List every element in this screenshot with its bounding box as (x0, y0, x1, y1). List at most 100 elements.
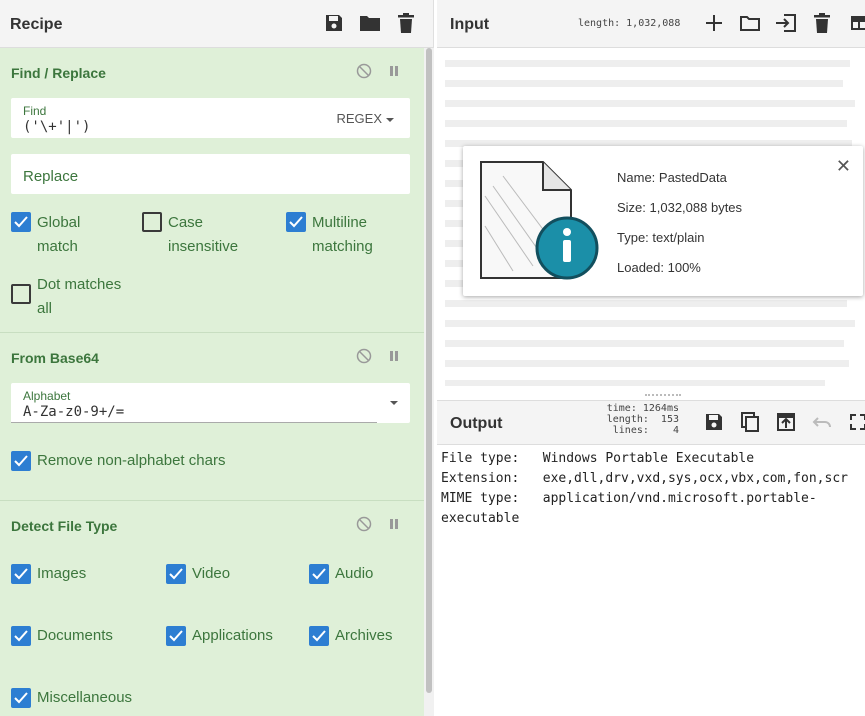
dot-matches-label-2: all (37, 300, 53, 317)
documents-checkbox[interactable]: Documents (11, 624, 113, 648)
video-label: Video (192, 565, 231, 582)
scrollbar-thumb[interactable] (426, 48, 432, 693)
output-pane: Output time: 1264ms length: 153 lines: 4 (437, 400, 865, 716)
checkbox-checked-icon (11, 451, 31, 471)
replace-input[interactable]: Replace (23, 168, 78, 185)
global-match-label-1: Global (37, 214, 81, 231)
output-lines: lines: 4 (612, 425, 679, 436)
miscellaneous-label: Miscellaneous (37, 689, 133, 706)
folder-icon[interactable] (739, 12, 761, 34)
find-field[interactable]: Find ('\+'|') REGEX (11, 98, 410, 138)
file-size: Size: 1,032,088 bytes (617, 200, 743, 215)
close-icon[interactable]: ✕ (836, 156, 851, 177)
disable-icon[interactable] (356, 63, 372, 79)
output-title: Output (450, 415, 503, 432)
file-name: Name: PastedData (617, 170, 727, 185)
recipe-scrollbar[interactable] (424, 48, 434, 716)
checkbox-unchecked-icon (11, 284, 31, 304)
maximise-icon[interactable] (847, 411, 865, 433)
input-length: length: 1,032,088 (578, 18, 681, 29)
archives-checkbox[interactable]: Archives (309, 624, 393, 648)
remove-non-alphabet-label: Remove non-alphabet chars (37, 452, 226, 469)
alphabet-field[interactable]: Alphabet A-Za-z0-9+/= (11, 383, 410, 423)
cyberchef-app: Recipe Find / Replace Find ('\+'|') REGE… (0, 0, 865, 716)
checkbox-checked-icon (11, 212, 31, 232)
output-text[interactable]: File type: Windows Portable Executable E… (441, 449, 861, 529)
save-icon[interactable] (703, 411, 725, 433)
plus-icon[interactable] (703, 12, 725, 34)
pane-resize-handle[interactable] (645, 394, 681, 397)
multiline-label-1: Multiline (312, 214, 368, 231)
pause-icon[interactable] (386, 348, 402, 364)
op-title-detect-file-type: Detect File Type (11, 518, 118, 534)
video-checkbox[interactable]: Video (166, 562, 230, 586)
checkbox-checked-icon (286, 212, 306, 232)
case-insensitive-label-2: insensitive (168, 238, 239, 255)
output-line: MIME type: application/vnd.microsoft.por… (441, 491, 817, 506)
file-type: Type: text/plain (617, 230, 705, 245)
op-controls (356, 63, 402, 79)
recipe-operations: Find / Replace Find ('\+'|') REGEX Repla… (0, 48, 424, 716)
global-match-checkbox[interactable]: Global match (11, 211, 80, 259)
checkbox-checked-icon (11, 688, 31, 708)
op-detect-file-type: Detect File Type Images Video Audio Docu… (0, 501, 424, 716)
pause-icon[interactable] (386, 63, 402, 79)
trash-icon[interactable] (395, 12, 417, 34)
miscellaneous-checkbox[interactable]: Miscellaneous (11, 686, 132, 710)
pause-icon[interactable] (386, 516, 402, 532)
op-title-find-replace: Find / Replace (11, 65, 106, 81)
find-label: Find (23, 104, 47, 118)
input-header: Input length: 1,032,088 (437, 0, 865, 48)
chevron-down-icon[interactable] (390, 401, 398, 405)
output-line: executable (441, 511, 520, 526)
layout-icon[interactable] (847, 12, 865, 34)
chevron-down-icon (386, 117, 394, 122)
remove-non-alphabet-checkbox[interactable]: Remove non-alphabet chars (11, 449, 225, 473)
multiline-checkbox[interactable]: Multiline matching (286, 211, 373, 259)
folder-icon[interactable] (359, 12, 381, 34)
output-header: Output time: 1264ms length: 153 lines: 4 (437, 401, 865, 445)
multiline-label-2: matching (312, 238, 373, 255)
applications-checkbox[interactable]: Applications (166, 624, 273, 648)
file-details-card: ✕ Name: PastedData Size: 1,032,088 bytes… (463, 146, 863, 296)
recipe-header: Recipe (0, 0, 433, 48)
undo-icon[interactable] (811, 411, 833, 433)
checkbox-checked-icon (11, 564, 31, 584)
output-line: Extension: exe,dll,drv,vxd,sys,ocx,vbx,c… (441, 471, 848, 486)
trash-icon[interactable] (811, 12, 833, 34)
alphabet-underline (11, 422, 377, 423)
find-input[interactable]: ('\+'|') (23, 119, 90, 135)
file-info-icon (480, 161, 599, 280)
replace-field[interactable]: Replace (11, 154, 410, 194)
archives-label: Archives (335, 627, 393, 644)
file-loaded: Loaded: 100% (617, 260, 701, 275)
output-line: File type: Windows Portable Executable (441, 451, 755, 466)
replace-input-icon[interactable] (775, 411, 797, 433)
output-header-icons (703, 411, 865, 433)
case-insensitive-label-1: Case (168, 214, 204, 231)
alphabet-input[interactable]: A-Za-z0-9+/= (23, 404, 124, 420)
import-icon[interactable] (775, 12, 797, 34)
checkbox-checked-icon (166, 564, 186, 584)
find-mode-label: REGEX (336, 111, 382, 126)
input-header-icons (703, 12, 865, 34)
find-mode-dropdown[interactable]: REGEX (336, 111, 394, 126)
output-stats: time: 1264ms length: 153 lines: 4 (583, 403, 679, 436)
op-from-base64: From Base64 Alphabet A-Za-z0-9+/= Remove… (0, 333, 424, 501)
images-label: Images (37, 565, 87, 582)
disable-icon[interactable] (356, 516, 372, 532)
recipe-title: Recipe (10, 16, 63, 33)
images-checkbox[interactable]: Images (11, 562, 86, 586)
save-icon[interactable] (323, 12, 345, 34)
global-match-label-2: match (37, 238, 78, 255)
copy-icon[interactable] (739, 411, 761, 433)
documents-label: Documents (37, 627, 113, 644)
audio-label: Audio (335, 565, 374, 582)
input-title: Input (450, 16, 490, 33)
audio-checkbox[interactable]: Audio (309, 562, 373, 586)
output-length: length: 153 (606, 414, 679, 425)
case-insensitive-checkbox[interactable]: Case insensitive (142, 211, 238, 259)
dot-matches-label-1: Dot matches (37, 276, 122, 293)
dot-matches-all-checkbox[interactable]: Dot matches all (11, 273, 121, 321)
disable-icon[interactable] (356, 348, 372, 364)
